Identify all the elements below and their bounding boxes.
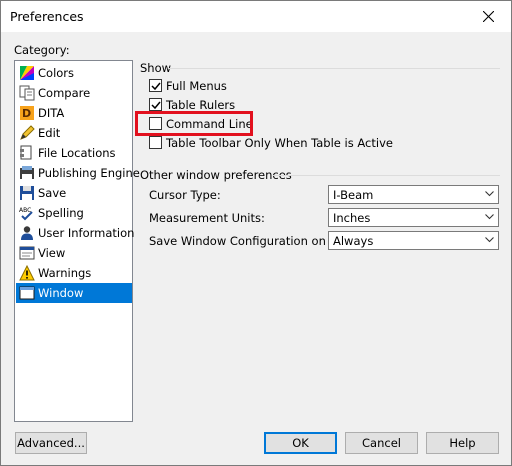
advanced-button[interactable]: Advanced...: [15, 432, 87, 454]
user-icon: [21, 226, 33, 240]
category-item-label: Window: [38, 286, 84, 300]
full-menus-label: Full Menus: [166, 79, 227, 93]
save-window-config-select[interactable]: Always: [328, 231, 499, 250]
measurement-units-select[interactable]: Inches: [328, 208, 499, 227]
title-bar: Preferences: [1, 1, 511, 32]
compare-icon: [19, 85, 35, 101]
cursor-type-select[interactable]: I-Beam: [328, 185, 499, 204]
category-item-label: File Locations: [38, 146, 116, 160]
chevron-down-icon: [485, 237, 494, 243]
category-item-spelling[interactable]: ABC Spelling: [16, 203, 132, 223]
colors-icon: [20, 66, 34, 80]
category-item-label: User Information: [38, 226, 135, 240]
chevron-down-icon: [485, 214, 494, 220]
category-list[interactable]: Colors Compare D DITA Edit File Location…: [14, 60, 140, 422]
warning-icon: [19, 265, 35, 281]
command-line-highlight-box: [135, 111, 253, 136]
category-item-label: DITA: [38, 106, 65, 120]
category-item-save[interactable]: Save: [16, 183, 132, 203]
measurement-units-label: Measurement Units:: [149, 211, 265, 225]
window-icon: [19, 286, 35, 300]
help-button[interactable]: Help: [426, 432, 499, 454]
category-item-label: Compare: [38, 86, 91, 100]
category-item-edit[interactable]: Edit: [16, 123, 132, 143]
category-item-label: Spelling: [38, 206, 84, 220]
table-rulers-label: Table Rulers: [166, 98, 236, 112]
category-item-label: Save: [38, 186, 67, 200]
svg-text:D: D: [22, 107, 31, 120]
table-toolbar-label: Table Toolbar Only When Table is Active: [166, 136, 393, 150]
other-group-title: Other window preferences: [140, 168, 292, 182]
category-item-file-locations[interactable]: File Locations: [16, 143, 132, 163]
category-item-label: Publishing Engine: [38, 166, 140, 180]
category-item-compare[interactable]: Compare: [16, 83, 132, 103]
cancel-button[interactable]: Cancel: [345, 432, 418, 454]
preferences-dialog: Preferences Category: Colors Compare D D…: [0, 0, 512, 466]
floppy-disk-icon: [20, 186, 34, 200]
checkmark-icon: [151, 101, 161, 110]
category-item-label: Edit: [38, 126, 61, 140]
other-separator: [273, 175, 500, 176]
spelling-icon: ABC: [19, 207, 33, 221]
publishing-engine-icon: [20, 166, 34, 179]
close-icon: [483, 11, 494, 22]
category-item-publishing-engine[interactable]: Publishing Engine: [16, 163, 140, 183]
category-item-label: View: [38, 246, 66, 260]
save-window-config-value: Always: [333, 234, 374, 248]
eye-icon: [19, 246, 35, 260]
checkmark-icon: [151, 82, 161, 91]
category-item-dita[interactable]: D DITA: [16, 103, 132, 123]
close-button[interactable]: [467, 1, 511, 32]
chevron-down-icon: [485, 191, 494, 197]
dita-icon: D: [20, 106, 34, 120]
category-label: Category:: [14, 43, 70, 57]
category-item-label: Warnings: [38, 266, 92, 280]
category-item-window[interactable]: Window: [16, 283, 132, 303]
category-item-user-information[interactable]: User Information: [16, 223, 135, 243]
category-item-label: Colors: [38, 66, 75, 80]
cursor-type-label: Cursor Type:: [149, 188, 221, 202]
show-separator: [168, 68, 500, 69]
window-title: Preferences: [10, 9, 84, 24]
save-window-config-label: Save Window Configuration on Exit:: [149, 234, 356, 248]
category-item-colors[interactable]: Colors: [16, 63, 132, 83]
file-locations-icon: [20, 145, 32, 160]
checkbox-box[interactable]: [149, 136, 162, 149]
pencil-icon: [20, 125, 35, 140]
measurement-units-value: Inches: [333, 211, 371, 225]
checkbox-box[interactable]: [149, 79, 162, 92]
cursor-type-value: I-Beam: [333, 188, 374, 202]
ok-button[interactable]: OK: [264, 432, 337, 454]
checkbox-box[interactable]: [149, 98, 162, 111]
svg-text:ABC: ABC: [19, 207, 31, 214]
show-group-title: Show: [140, 61, 172, 75]
category-item-view[interactable]: View: [16, 243, 132, 263]
category-item-warnings[interactable]: Warnings: [16, 263, 132, 283]
